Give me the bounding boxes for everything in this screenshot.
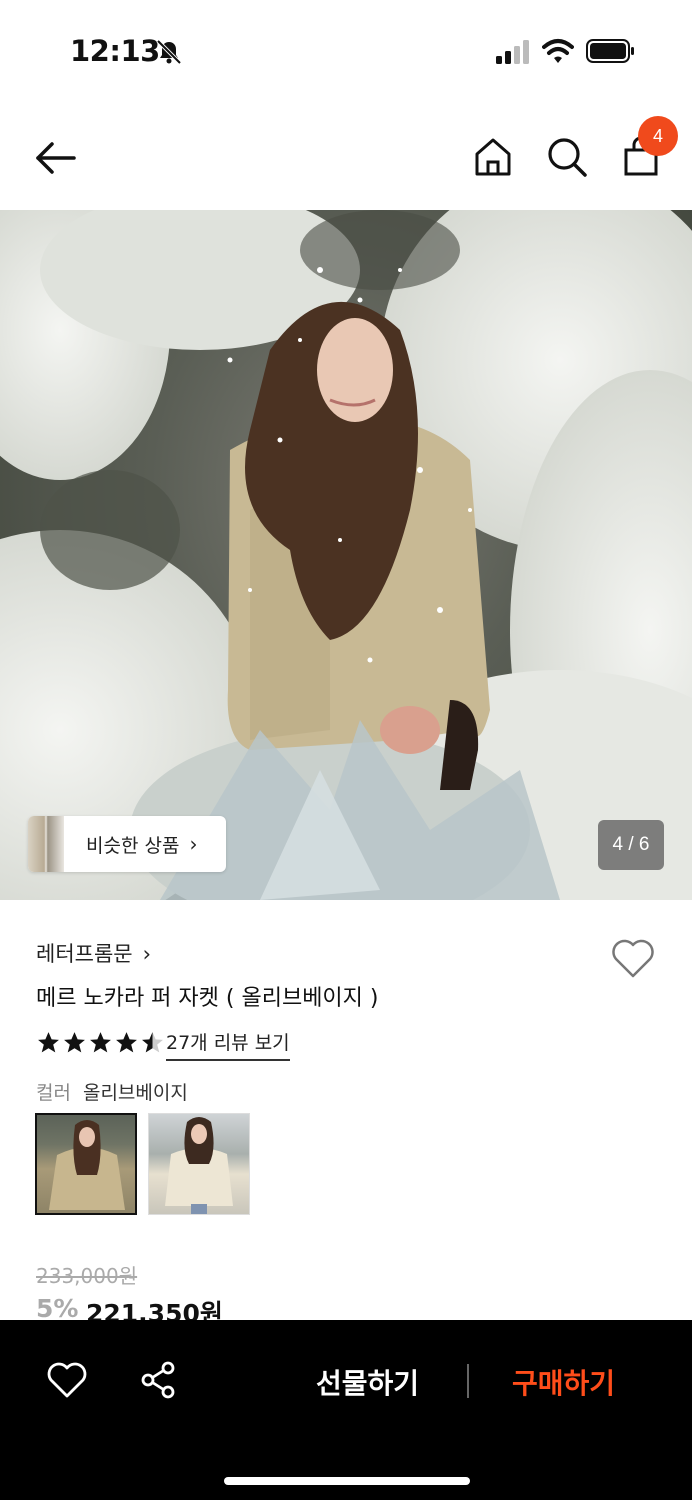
home-indicator xyxy=(224,1477,470,1485)
color-swatch[interactable] xyxy=(148,1113,250,1215)
original-price: 233,000원 xyxy=(36,1264,138,1288)
swatch-photo-illustration xyxy=(165,1117,233,1214)
gift-button[interactable]: 선물하기 xyxy=(316,1362,419,1402)
star-full-icon xyxy=(64,1032,85,1053)
product-image[interactable] xyxy=(0,210,692,900)
status-bar: 12:13 xyxy=(0,0,692,100)
brand-link[interactable]: 레터프롬문 › xyxy=(36,938,151,968)
star-full-icon xyxy=(38,1032,59,1053)
reviews-link[interactable]: 27개 리뷰 보기 xyxy=(166,1028,290,1061)
image-pager: 4 / 6 xyxy=(598,820,664,870)
buy-button[interactable]: 구매하기 xyxy=(512,1362,615,1402)
rating-stars xyxy=(36,1030,165,1056)
bell-off-icon xyxy=(156,39,182,65)
similar-products-button[interactable]: 비슷한 상품 › xyxy=(28,816,226,872)
discount-rate: 5% xyxy=(36,1294,79,1323)
chevron-right-icon: › xyxy=(142,942,152,966)
color-label: 컬러 xyxy=(36,1082,71,1104)
back-arrow-icon[interactable] xyxy=(32,134,80,182)
share-icon[interactable] xyxy=(138,1360,178,1400)
star-full-icon xyxy=(90,1032,111,1053)
wifi-icon xyxy=(542,39,574,63)
top-nav xyxy=(0,110,692,206)
product-title: 메르 노카라 퍼 자켓 ( 올리브베이지 ) xyxy=(36,986,379,1011)
color-row: 컬러 올리브베이지 xyxy=(36,1078,188,1105)
status-time: 12:13 xyxy=(70,34,160,68)
bottom-action-bar: 선물하기 구매하기 xyxy=(0,1320,692,1500)
swatch-photo-illustration xyxy=(49,1120,125,1210)
heart-icon[interactable] xyxy=(46,1360,88,1400)
battery-icon xyxy=(586,39,634,63)
similar-products-label: 비슷한 상품 xyxy=(86,834,180,857)
color-value: 올리브베이지 xyxy=(82,1082,188,1104)
cellular-signal-icon xyxy=(496,40,529,64)
star-half-icon xyxy=(142,1032,163,1053)
star-full-icon xyxy=(116,1032,137,1053)
color-swatch-selected[interactable] xyxy=(35,1113,137,1215)
divider xyxy=(467,1364,469,1398)
chevron-right-icon: › xyxy=(189,832,198,856)
home-icon[interactable] xyxy=(470,134,516,180)
wishlist-heart-icon[interactable] xyxy=(610,936,656,980)
search-icon[interactable] xyxy=(544,134,590,180)
brand-name: 레터프롬문 xyxy=(36,942,133,966)
similar-products-thumbnail xyxy=(28,816,64,872)
product-photo-illustration xyxy=(0,210,692,900)
cart-count-badge: 4 xyxy=(638,116,678,156)
